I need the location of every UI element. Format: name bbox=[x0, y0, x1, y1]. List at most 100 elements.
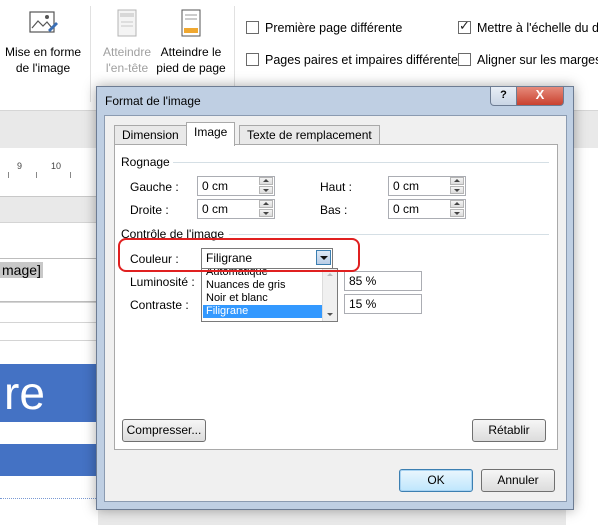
cancel-button[interactable]: Annuler bbox=[481, 469, 555, 492]
ruler-tick bbox=[70, 172, 71, 178]
goto-footer-button[interactable]: Atteindre le pied de page bbox=[156, 6, 226, 76]
crop-left-value: 0 cm bbox=[202, 179, 229, 193]
spin-down-icon[interactable] bbox=[259, 186, 273, 194]
tab-label: Image bbox=[194, 125, 228, 139]
color-option-grayscale[interactable]: Nuances de gris bbox=[203, 279, 324, 292]
contrast-label: Contraste : bbox=[130, 298, 189, 312]
spin-up-icon[interactable] bbox=[450, 177, 464, 185]
scroll-down-icon[interactable] bbox=[323, 309, 337, 321]
align-margins-label: Aligner sur les marges d bbox=[477, 53, 598, 67]
table-gridline bbox=[0, 340, 98, 341]
checkbox-box[interactable] bbox=[246, 53, 259, 66]
contrast-value: 15 % bbox=[349, 297, 377, 311]
brightness-spinner[interactable]: 85 % bbox=[344, 271, 422, 291]
picture-format-button[interactable]: Mise en forme de l'image bbox=[2, 6, 84, 76]
ruler-number: 9 bbox=[17, 161, 23, 171]
first-page-checkbox[interactable]: Première page différente bbox=[246, 21, 402, 35]
group-divider bbox=[229, 234, 549, 235]
table-gridline bbox=[0, 322, 98, 323]
ok-button-label: OK bbox=[427, 473, 445, 487]
picture-format-label-2: de l'image bbox=[15, 61, 71, 75]
crop-bottom-label: Bas : bbox=[320, 203, 348, 217]
reset-button[interactable]: Rétablir bbox=[472, 419, 546, 442]
help-icon: ? bbox=[500, 89, 507, 101]
scale-label: Mettre à l'échelle du do bbox=[477, 21, 598, 35]
spin-up-icon[interactable] bbox=[450, 200, 464, 208]
ruler-tick bbox=[36, 172, 37, 178]
picture-format-label-1: Mise en forme bbox=[4, 45, 82, 59]
footer-icon bbox=[174, 6, 208, 40]
crop-top-label: Haut : bbox=[320, 180, 353, 194]
image-tab-panel: Rognage Gauche : 0 cm Haut : 0 cm Droite… bbox=[114, 144, 558, 450]
ok-button[interactable]: OK bbox=[399, 469, 473, 492]
header-icon bbox=[110, 6, 144, 40]
help-button[interactable]: ? bbox=[490, 87, 517, 106]
ribbon-separator bbox=[90, 6, 91, 102]
odd-even-label: Pages paires et impaires différentes bbox=[265, 53, 465, 67]
picture-format-icon bbox=[26, 6, 60, 40]
checkbox-box[interactable] bbox=[246, 21, 259, 34]
dropdown-scrollbar[interactable] bbox=[322, 269, 337, 321]
title-banner: re bbox=[0, 364, 98, 422]
dialog-titlebar[interactable]: Format de l'image ? X bbox=[97, 87, 573, 115]
crop-left-spinner[interactable]: 0 cm bbox=[197, 176, 275, 196]
dialog-title: Format de l'image bbox=[105, 94, 201, 108]
reset-button-label: Rétablir bbox=[488, 423, 530, 437]
horizontal-ruler: 9 10 bbox=[0, 148, 98, 197]
tab-image[interactable]: Image bbox=[186, 122, 236, 146]
compress-button-label: Compresser... bbox=[126, 423, 202, 437]
goto-header-label-2: l'en-tête bbox=[105, 61, 149, 75]
cancel-button-label: Annuler bbox=[497, 473, 539, 487]
close-button[interactable]: X bbox=[516, 87, 564, 106]
odd-even-checkbox[interactable]: Pages paires et impaires différentes bbox=[246, 53, 464, 67]
red-highlight-annotation bbox=[118, 238, 360, 272]
close-icon: X bbox=[535, 87, 545, 102]
color-option-watermark[interactable]: Filigrane bbox=[203, 305, 324, 318]
goto-footer-label-2: pied de page bbox=[156, 61, 226, 75]
crop-top-value: 0 cm bbox=[393, 179, 420, 193]
align-margins-checkbox[interactable]: Aligner sur les marges d bbox=[458, 53, 598, 67]
crop-right-spinner[interactable]: 0 cm bbox=[197, 199, 275, 219]
checkbox-box[interactable] bbox=[458, 53, 471, 66]
goto-header-label-1: Atteindre bbox=[102, 45, 152, 59]
brightness-value: 85 % bbox=[349, 274, 377, 288]
spin-down-icon[interactable] bbox=[450, 186, 464, 194]
brightness-label: Luminosité : bbox=[130, 275, 195, 289]
crop-group-label: Rognage bbox=[121, 155, 170, 169]
spin-down-icon[interactable] bbox=[259, 209, 273, 217]
dialog-client: Dimension Image Texte de remplacement Ro… bbox=[104, 115, 567, 502]
crop-left-text: Gauche : bbox=[130, 180, 179, 194]
tab-label: Texte de remplacement bbox=[247, 128, 372, 142]
table-gridline bbox=[0, 222, 98, 223]
tab-alt-text[interactable]: Texte de remplacement bbox=[239, 125, 380, 145]
goto-header-button[interactable]: Atteindre l'en-tête bbox=[96, 6, 158, 76]
scale-checkbox[interactable]: Mettre à l'échelle du do bbox=[458, 18, 598, 35]
color-dropdown-list[interactable]: Automatique Nuances de gris Noir et blan… bbox=[201, 268, 338, 322]
compress-button[interactable]: Compresser... bbox=[122, 419, 206, 442]
dotted-footer-line bbox=[0, 478, 98, 499]
format-picture-dialog: Format de l'image ? X Dimension Image Te… bbox=[96, 86, 574, 510]
tab-dimension[interactable]: Dimension bbox=[114, 125, 187, 145]
spin-up-icon[interactable] bbox=[259, 177, 273, 185]
crop-right-value: 0 cm bbox=[202, 202, 229, 216]
crop-left-label: Gauche : bbox=[130, 180, 179, 194]
banner-text: re bbox=[4, 367, 45, 419]
crop-bottom-value: 0 cm bbox=[393, 202, 420, 216]
ruler-tick bbox=[8, 172, 9, 178]
first-page-label: Première page différente bbox=[265, 21, 403, 35]
goto-footer-label-1: Atteindre le bbox=[160, 45, 222, 59]
subtitle-banner bbox=[0, 444, 98, 476]
color-option-black-white[interactable]: Noir et blanc bbox=[203, 292, 324, 305]
crop-top-spinner[interactable]: 0 cm bbox=[388, 176, 466, 196]
image-field-text: mage] bbox=[0, 262, 43, 278]
table-gridline bbox=[0, 302, 98, 303]
crop-right-label: Droite : bbox=[130, 203, 169, 217]
spin-down-icon[interactable] bbox=[450, 209, 464, 217]
contrast-spinner[interactable]: 15 % bbox=[344, 294, 422, 314]
crop-bottom-spinner[interactable]: 0 cm bbox=[388, 199, 466, 219]
spin-up-icon[interactable] bbox=[259, 200, 273, 208]
tab-label: Dimension bbox=[122, 128, 179, 142]
ruler-number: 10 bbox=[51, 161, 62, 171]
checkbox-box-checked[interactable] bbox=[458, 18, 471, 34]
group-divider bbox=[173, 162, 549, 163]
